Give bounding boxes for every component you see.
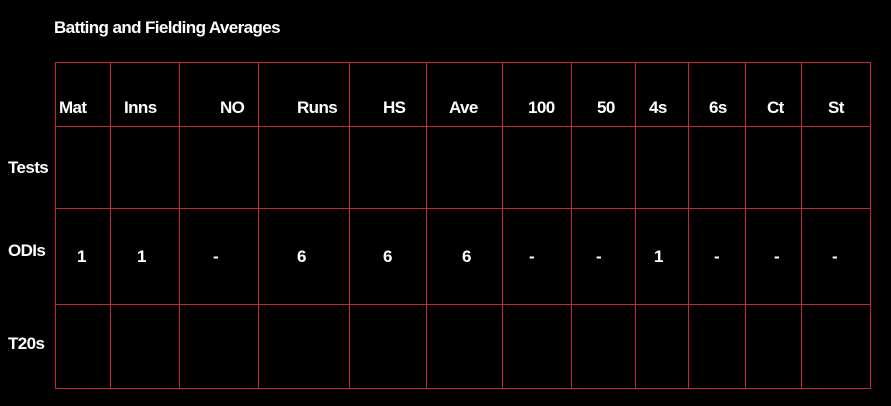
- table-cell: -: [179, 208, 259, 305]
- table-cell: -: [801, 208, 871, 305]
- table-cell: [258, 304, 350, 389]
- col-header-ave: Ave: [426, 62, 503, 127]
- table-cell: -: [688, 208, 746, 305]
- batting-fielding-table: Mat Inns NO Runs HS Ave 100 50 4s 6s Ct …: [55, 62, 871, 389]
- table-cell: [110, 304, 180, 389]
- col-header-st: St: [801, 62, 871, 127]
- table-cell: [801, 126, 871, 209]
- table-title: Batting and Fielding Averages: [54, 18, 281, 37]
- table-cell: [110, 126, 180, 209]
- table-cell: -: [502, 208, 572, 305]
- row-label-t20s: T20s: [8, 334, 45, 353]
- table-row-t20s: [55, 304, 871, 389]
- table-cell: [745, 304, 802, 389]
- table-cell: [635, 304, 689, 389]
- table-cell: [571, 304, 636, 389]
- table-cell: [179, 126, 259, 209]
- col-header-hs: HS: [349, 62, 427, 127]
- table-cell: [502, 304, 572, 389]
- table-cell: 6: [426, 208, 503, 305]
- table-cell: 6: [349, 208, 427, 305]
- col-header-50: 50: [571, 62, 636, 127]
- table-cell: [688, 126, 746, 209]
- header-row: Mat Inns NO Runs HS Ave 100 50 4s 6s Ct …: [55, 62, 871, 127]
- table-cell: [801, 304, 871, 389]
- table-cell: [349, 126, 427, 209]
- table-cell: [55, 126, 111, 209]
- col-header-ct: Ct: [745, 62, 802, 127]
- table-cell: 6: [258, 208, 350, 305]
- table-cell: [571, 126, 636, 209]
- table-cell: 1: [635, 208, 689, 305]
- table-cell: [179, 304, 259, 389]
- col-header-4s: 4s: [635, 62, 689, 127]
- table-cell: [745, 126, 802, 209]
- table-cell: 1: [110, 208, 180, 305]
- table-cell: -: [745, 208, 802, 305]
- table-cell: [55, 304, 111, 389]
- col-header-inns: Inns: [110, 62, 180, 127]
- col-header-no: NO: [179, 62, 259, 127]
- table-cell: [502, 126, 572, 209]
- table-cell: -: [571, 208, 636, 305]
- table-row-odis: 1 1 - 6 6 6 - - 1 - - -: [55, 208, 871, 305]
- table-cell: 1: [55, 208, 111, 305]
- table-cell: [688, 304, 746, 389]
- table-cell: [349, 304, 427, 389]
- table-cell: [426, 126, 503, 209]
- table-cell: [258, 126, 350, 209]
- table-cell: [426, 304, 503, 389]
- row-label-tests: Tests: [8, 158, 49, 177]
- table-row-tests: [55, 126, 871, 209]
- col-header-mat: Mat: [55, 62, 111, 127]
- col-header-100: 100: [502, 62, 572, 127]
- table-cell: [635, 126, 689, 209]
- col-header-runs: Runs: [258, 62, 350, 127]
- col-header-6s: 6s: [688, 62, 746, 127]
- row-label-odis: ODIs: [8, 241, 46, 260]
